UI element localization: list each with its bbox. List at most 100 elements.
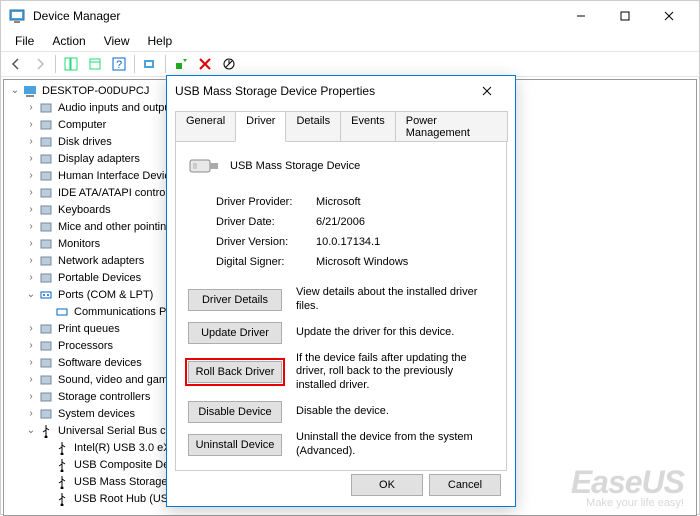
collapse-icon[interactable]: ⌄ — [24, 425, 38, 436]
tree-item-label: Disk drives — [58, 136, 112, 148]
version-value: 10.0.17134.1 — [316, 236, 380, 248]
uninstall-button[interactable] — [194, 53, 216, 75]
minimize-button[interactable] — [559, 1, 603, 31]
window-titlebar: Device Manager — [1, 1, 699, 31]
tree-item-label: Keyboards — [58, 204, 111, 216]
tree-item-label: Print queues — [58, 323, 120, 335]
disable-button[interactable] — [218, 53, 240, 75]
device-category-icon — [38, 168, 54, 184]
expand-icon[interactable]: › — [24, 374, 38, 385]
expand-icon[interactable]: › — [24, 272, 38, 283]
collapse-icon[interactable]: ⌄ — [8, 85, 22, 96]
disable-device-button[interactable]: Disable Device — [188, 401, 282, 423]
version-label: Driver Version: — [216, 236, 316, 248]
tab-driver[interactable]: Driver — [235, 111, 286, 142]
expand-icon[interactable]: › — [24, 153, 38, 164]
tab-power[interactable]: Power Management — [395, 111, 508, 142]
uninstall-device-desc: Uninstall the device from the system (Ad… — [296, 431, 494, 459]
dialog-title: USB Mass Storage Device Properties — [175, 84, 467, 98]
menubar: File Action View Help — [1, 31, 699, 51]
provider-label: Driver Provider: — [216, 196, 316, 208]
update-driver-button[interactable]: Update Driver — [188, 322, 282, 344]
expand-icon[interactable]: › — [24, 408, 38, 419]
tree-item-label: Monitors — [58, 238, 100, 250]
device-category-icon — [38, 219, 54, 235]
properties-button[interactable] — [84, 53, 106, 75]
menu-file[interactable]: File — [7, 32, 42, 50]
expand-icon[interactable]: › — [24, 102, 38, 113]
collapse-icon[interactable]: ⌄ — [24, 289, 38, 300]
expand-icon[interactable]: › — [24, 136, 38, 147]
forward-button[interactable] — [29, 53, 51, 75]
driver-tab-panel: USB Mass Storage Device Driver Provider:… — [175, 141, 507, 471]
expand-icon[interactable]: › — [24, 323, 38, 334]
driver-details-button[interactable]: Driver Details — [188, 289, 282, 311]
expand-icon[interactable]: › — [24, 187, 38, 198]
tree-item-label: System devices — [58, 408, 135, 420]
port-icon — [54, 304, 70, 320]
device-category-icon — [54, 457, 70, 473]
device-category-icon — [38, 372, 54, 388]
tree-root-label: DESKTOP-O0DUPCJ — [42, 85, 149, 97]
device-category-icon — [38, 100, 54, 116]
svg-text:?: ? — [116, 59, 122, 71]
cancel-button[interactable]: Cancel — [429, 474, 501, 496]
tree-item-label: Display adapters — [58, 153, 140, 165]
driver-details-desc: View details about the installed driver … — [296, 286, 494, 314]
menu-view[interactable]: View — [96, 32, 138, 50]
tab-details[interactable]: Details — [285, 111, 341, 142]
uninstall-device-button[interactable]: Uninstall Device — [188, 434, 282, 456]
expand-icon[interactable]: › — [24, 204, 38, 215]
expand-icon[interactable]: › — [24, 221, 38, 232]
maximize-button[interactable] — [603, 1, 647, 31]
device-icon — [188, 154, 220, 178]
expand-icon[interactable]: › — [24, 391, 38, 402]
device-category-icon — [38, 270, 54, 286]
port-icon — [38, 287, 54, 303]
tree-item-label: Ports (COM & LPT) — [58, 289, 153, 301]
update-driver-button[interactable] — [170, 53, 192, 75]
properties-dialog: USB Mass Storage Device Properties Gener… — [166, 75, 516, 507]
expand-icon[interactable]: › — [24, 170, 38, 181]
rollback-driver-desc: If the device fails after updating the d… — [296, 352, 494, 393]
device-category-icon — [38, 151, 54, 167]
tab-events[interactable]: Events — [340, 111, 396, 142]
device-category-icon — [38, 202, 54, 218]
tree-item-label: Communications Port — [74, 306, 179, 318]
help-button[interactable]: ? — [108, 53, 130, 75]
tree-item-label: Audio inputs and outputs — [58, 102, 179, 114]
ok-button[interactable]: OK — [351, 474, 423, 496]
device-category-icon — [38, 117, 54, 133]
tab-general[interactable]: General — [175, 111, 236, 142]
menu-help[interactable]: Help — [140, 32, 181, 50]
back-button[interactable] — [5, 53, 27, 75]
expand-icon[interactable]: › — [24, 357, 38, 368]
date-value: 6/21/2006 — [316, 216, 365, 228]
expand-icon[interactable]: › — [24, 340, 38, 351]
show-hide-tree-button[interactable] — [60, 53, 82, 75]
signer-label: Digital Signer: — [216, 256, 316, 268]
tree-item-label: Portable Devices — [58, 272, 141, 284]
expand-icon[interactable]: › — [24, 238, 38, 249]
dialog-close-button[interactable] — [467, 76, 507, 106]
scan-button[interactable] — [139, 53, 161, 75]
device-category-icon — [38, 338, 54, 354]
window-title: Device Manager — [33, 9, 559, 23]
expand-icon[interactable]: › — [24, 119, 38, 130]
device-category-icon — [38, 389, 54, 405]
device-category-icon — [38, 321, 54, 337]
menu-action[interactable]: Action — [44, 32, 93, 50]
date-label: Driver Date: — [216, 216, 316, 228]
tree-item-label: Computer — [58, 119, 106, 131]
signer-value: Microsoft Windows — [316, 256, 408, 268]
close-button[interactable] — [647, 1, 691, 31]
device-category-icon — [38, 236, 54, 252]
device-category-icon — [54, 474, 70, 490]
rollback-driver-button[interactable]: Roll Back Driver — [188, 361, 282, 383]
driver-info: Driver Provider:Microsoft Driver Date:6/… — [216, 192, 494, 272]
toolbar: ? — [1, 51, 699, 77]
expand-icon[interactable]: › — [24, 255, 38, 266]
device-category-icon — [38, 406, 54, 422]
tree-item-label: Storage controllers — [58, 391, 150, 403]
computer-icon — [22, 83, 38, 99]
